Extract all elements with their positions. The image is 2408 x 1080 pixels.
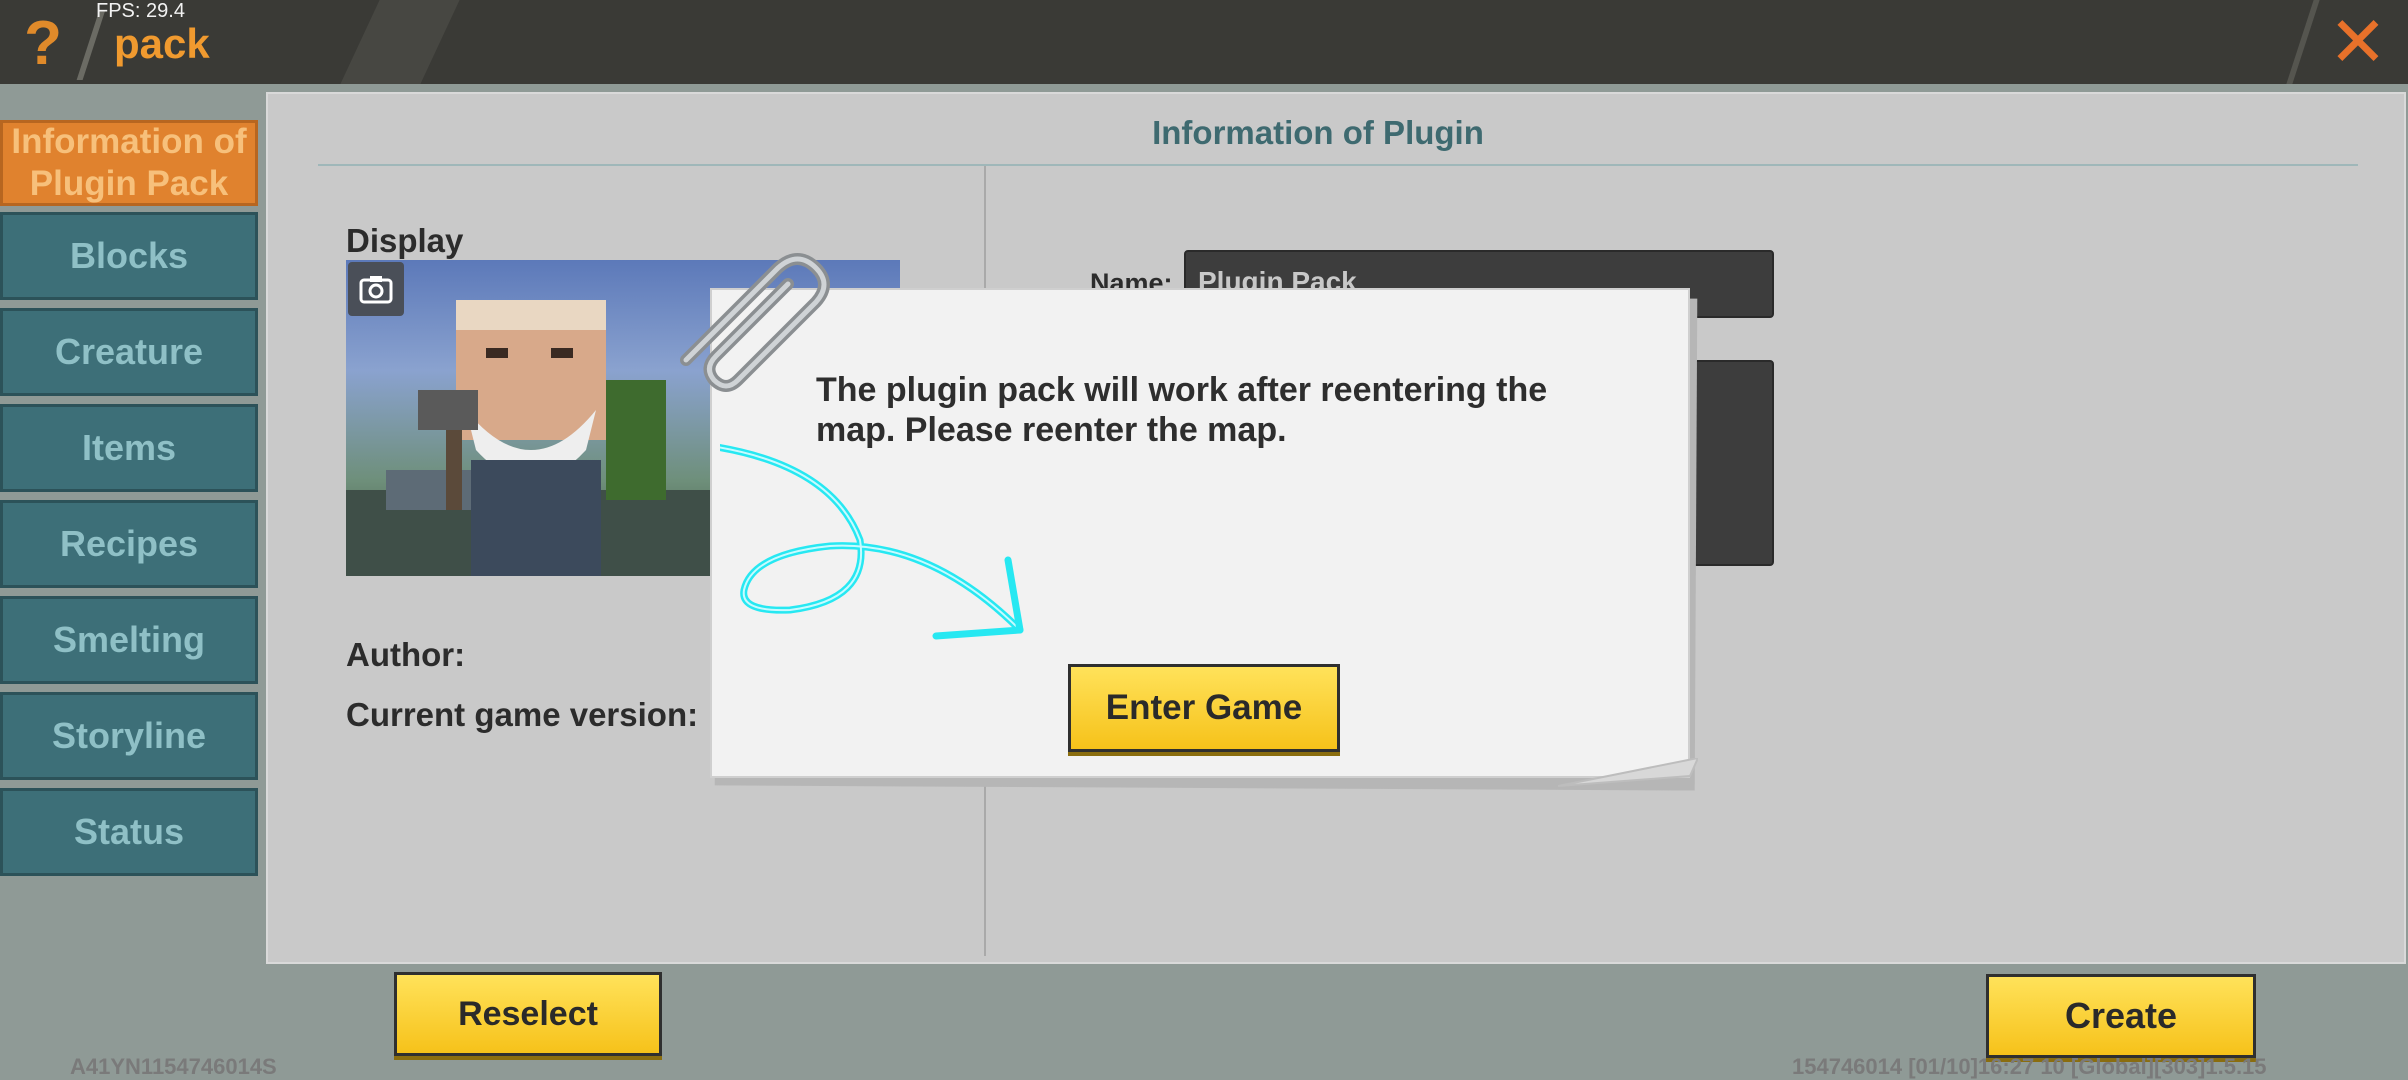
- sidebar-item-smelting[interactable]: Smelting: [0, 596, 258, 684]
- sidebar-item-information[interactable]: Information of Plugin Pack: [0, 120, 258, 206]
- author-label: Author:: [346, 636, 466, 673]
- page-curl-decoration: [1558, 758, 1698, 787]
- build-info: 154746014 [01/10]16:27 10 [Global][303]1…: [1792, 1054, 2267, 1079]
- camera-glyph: [359, 276, 393, 304]
- close-icon[interactable]: ✕: [2318, 3, 2398, 81]
- panel-title: Information of Plugin: [1152, 114, 1484, 151]
- sidebar-item-storyline[interactable]: Storyline: [0, 692, 258, 780]
- fps-counter: FPS: 29.4: [96, 0, 185, 22]
- enter-game-button[interactable]: Enter Game: [1068, 664, 1340, 752]
- reselect-button[interactable]: Reselect: [394, 972, 662, 1056]
- decorative-stripe: [340, 0, 460, 84]
- sidebar-item-items[interactable]: Items: [0, 404, 258, 492]
- title-divider-line: [318, 164, 2358, 166]
- display-label: Display: [346, 222, 464, 259]
- arrow-swirl-icon: [720, 444, 1024, 640]
- sidebar-item-creature[interactable]: Creature: [0, 308, 258, 396]
- page-title: pack: [114, 20, 210, 67]
- top-bar: ? pack FPS: 29.4 ✕: [0, 0, 2408, 84]
- device-id: A41YN1154746014S: [70, 1054, 277, 1079]
- decorative-divider: [2286, 0, 2320, 84]
- help-icon[interactable]: ?: [8, 8, 78, 78]
- paperclip-icon: [680, 253, 830, 392]
- create-button[interactable]: Create: [1986, 974, 2256, 1058]
- sidebar-item-status[interactable]: Status: [0, 788, 258, 876]
- camera-icon[interactable]: [348, 262, 404, 316]
- sidebar-item-blocks[interactable]: Blocks: [0, 212, 258, 300]
- sidebar-item-recipes[interactable]: Recipes: [0, 500, 258, 588]
- version-label: Current game version:: [346, 696, 699, 733]
